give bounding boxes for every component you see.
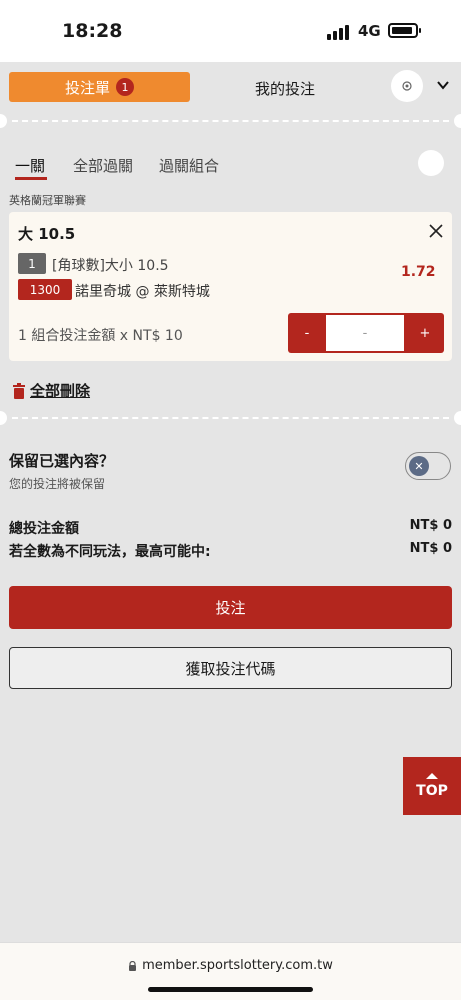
stake-input[interactable]: -: [326, 315, 404, 351]
bet-type-tabs: 一關 全部過關 過關組合: [0, 150, 461, 184]
status-bar: 18:28 4G: [0, 0, 461, 62]
close-icon[interactable]: [427, 222, 445, 240]
match-name: 諾里奇城 @ 萊斯特城: [75, 284, 210, 300]
decrease-stake-button[interactable]: -: [288, 313, 326, 353]
league-name: 英格蘭冠軍聯賽: [9, 194, 86, 207]
tab-single[interactable]: 一關: [15, 155, 45, 176]
match-id-badge: 1300: [18, 279, 72, 300]
keep-selections-toggle[interactable]: ✕: [405, 452, 451, 480]
betslip-count-badge: 1: [116, 78, 134, 96]
url-text: member.sportslottery.com.tw: [142, 958, 333, 973]
max-win-value: NT$ 0: [409, 541, 452, 556]
total-stake-row: 總投注金額 NT$ 0: [9, 518, 452, 538]
scroll-top-button[interactable]: TOP: [403, 757, 461, 815]
home-indicator[interactable]: [148, 987, 313, 992]
max-win-row: 若全數為不同玩法，最高可能中: NT$ 0: [9, 541, 452, 561]
section-divider: [0, 114, 461, 128]
place-bet-button[interactable]: 投注: [9, 586, 452, 629]
signal-icon: [327, 24, 353, 40]
tab-all-parlay[interactable]: 全部過關: [73, 155, 133, 176]
trash-icon: [13, 382, 25, 399]
keep-selections-title: 保留已選內容？: [9, 452, 115, 470]
increase-stake-button[interactable]: +: [406, 313, 444, 353]
total-stake-value: NT$ 0: [409, 518, 452, 533]
section-divider-2: [0, 411, 461, 425]
selection-number-badge: 1: [18, 253, 46, 274]
tab-betslip-label: 投注單: [64, 78, 110, 97]
betslip-header: 投注單 1 我的投注: [0, 62, 461, 114]
tab-parlay-combo[interactable]: 過關組合: [159, 155, 219, 176]
delete-all-button[interactable]: 全部刪除: [12, 380, 90, 401]
arrow-up-icon: [426, 773, 438, 779]
active-tab-indicator: [15, 177, 47, 180]
browser-url-bar[interactable]: member.sportslottery.com.tw: [0, 942, 461, 1000]
gear-icon: [402, 81, 412, 91]
selection-card: 大 10.5 1 [角球數]大小 10.5 1.72 1300 諾里奇城 @ 萊…: [9, 212, 452, 361]
stake-label: 1 組合投注金額 x NT$ 10: [18, 328, 183, 344]
tab-my-bets[interactable]: 我的投注: [230, 78, 340, 99]
lock-icon: [129, 960, 137, 971]
info-toggle-button[interactable]: [418, 150, 444, 176]
get-bet-code-button[interactable]: 獲取投注代碼: [9, 647, 452, 689]
network-type: 4G: [358, 22, 381, 40]
max-win-label: 若全數為不同玩法，最高可能中:: [9, 544, 211, 560]
delete-all-label: 全部刪除: [30, 382, 91, 400]
battery-icon: [388, 23, 421, 38]
status-time: 18:28: [62, 20, 123, 42]
odds-value: 1.72: [401, 264, 436, 280]
tab-betslip[interactable]: 投注單 1: [9, 72, 190, 102]
keep-selections: 保留已選內容？ 您的投注將被保留: [9, 450, 114, 492]
scroll-top-label: TOP: [416, 783, 448, 799]
toggle-off-icon: ✕: [409, 456, 429, 476]
stake-stepper: - - +: [288, 313, 444, 353]
settings-button[interactable]: [391, 70, 423, 102]
chevron-down-icon[interactable]: [436, 78, 450, 92]
total-stake-label: 總投注金額: [9, 521, 79, 537]
keep-selections-desc: 您的投注將被保留: [9, 477, 106, 491]
selection-title: 大 10.5: [18, 225, 76, 243]
market-name: [角球數]大小 10.5: [52, 258, 169, 274]
